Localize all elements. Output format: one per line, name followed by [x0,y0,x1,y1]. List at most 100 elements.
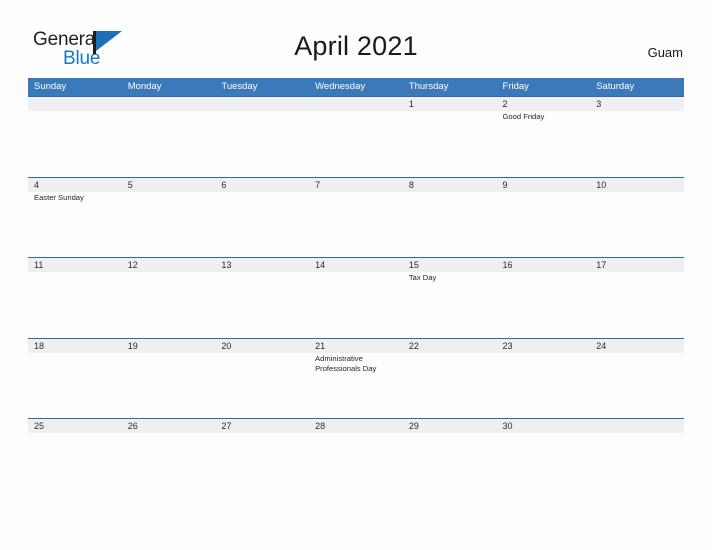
day-cell-empty [28,97,122,176]
day-cell-empty [590,419,684,498]
day-events [315,192,397,193]
day-events [34,272,116,273]
day-events [503,433,585,434]
day-number: 17 [596,260,607,270]
event-label: Easter Sunday [34,192,84,202]
day-cell-15[interactable]: 15 Tax Day [403,258,497,337]
calendar-page: General Blue April 2021 Guam Sunday Monda… [0,0,712,550]
day-cell-3[interactable]: 3 [590,97,684,176]
weekday-header-saturday: Saturday [596,81,635,92]
day-number: 24 [596,340,607,351]
day-cell-13[interactable]: 13 [215,258,309,337]
page-title: April 2021 [294,31,418,61]
day-number [596,419,678,433]
weekday-header-monday: Monday [127,81,162,92]
day-cell-23[interactable]: 23 [497,339,591,418]
day-number: 25 [34,421,45,431]
day-cell-7[interactable]: 7 [309,178,403,257]
day-events [596,353,678,354]
day-number: 18 [34,340,45,351]
calendar-week-row: 4 Easter Sunday 5 6 7 8 9 10 [28,176,684,258]
week-cells: 11 12 13 14 15 Tax Day 16 17 [28,258,684,337]
day-number [221,97,303,111]
day-number: 12 [127,260,138,270]
day-number: 10 [596,179,607,190]
day-events [503,192,585,193]
day-events [503,353,585,354]
calendar-week-row: 11 12 13 14 15 Tax Day 16 17 [28,257,684,338]
day-events [221,433,303,434]
day-number: 23 [502,340,513,351]
day-cell-28[interactable]: 28 [309,419,403,498]
day-events [34,353,116,354]
day-cell-empty [122,97,216,176]
week-cells: 25 26 27 28 29 30 [28,419,684,498]
day-cell-4[interactable]: 4 Easter Sunday [28,178,122,257]
day-cell-17[interactable]: 17 [590,258,684,337]
weekday-header-thursday: Thursday [408,81,449,92]
weekday-header-row: Sunday Monday Tuesday Wednesday Thursday Frid… [28,78,684,96]
day-number: 26 [127,421,138,431]
day-cell-16[interactable]: 16 [497,258,591,337]
day-events: Good Friday [503,111,585,122]
day-number [128,97,210,111]
day-events [221,272,303,273]
day-cell-21[interactable]: 21 Administrative Professionals Day [309,339,403,418]
day-cell-9[interactable]: 9 [497,178,591,257]
day-events [34,111,116,112]
week-cells: 1 2 Good Friday 3 [28,97,684,176]
day-cell-10[interactable]: 10 [590,178,684,257]
day-cell-24[interactable]: 24 [590,339,684,418]
day-cell-11[interactable]: 11 [28,258,122,337]
day-events [128,353,210,354]
day-events [128,192,210,193]
day-events [128,433,210,434]
day-number: 19 [127,340,138,351]
day-events [409,111,491,112]
day-number: 15 [408,260,419,270]
day-cell-12[interactable]: 12 [122,258,216,337]
weekday-header-wednesday: Wednesday [315,81,366,92]
week-cells: 4 Easter Sunday 5 6 7 8 9 10 [28,178,684,257]
weekday-header-tuesday: Tuesday [221,81,258,92]
calendar-week-row: 25 26 27 28 29 30 [28,418,684,499]
day-number: 29 [408,421,419,431]
weekday-header-friday: Friday [502,81,529,92]
calendar-week-row: 18 19 20 21 Administrative Professionals Day… [28,337,684,419]
day-cell-22[interactable]: 22 [403,339,497,418]
day-number: 2 [502,99,508,109]
day-number: 9 [502,179,508,190]
day-cell-8[interactable]: 8 [403,178,497,257]
day-cell-26[interactable]: 26 [122,419,216,498]
day-cell-5[interactable]: 5 [122,178,216,257]
day-events [315,111,397,112]
day-number: 21 [315,340,326,351]
day-cell-25[interactable]: 25 [28,419,122,498]
day-number: 3 [596,99,602,109]
day-events [128,272,210,273]
day-number: 28 [315,421,326,431]
day-cell-6[interactable]: 6 [215,178,309,257]
day-cell-1[interactable]: 1 [403,97,497,176]
day-events [128,111,210,112]
day-cell-2[interactable]: 2 Good Friday [497,97,591,176]
day-events [596,433,678,434]
day-number: 16 [502,260,513,270]
day-cell-14[interactable]: 14 [309,258,403,337]
day-number: 1 [408,99,414,109]
day-number [315,97,397,111]
event-label: Administrative Professionals Day [315,353,377,373]
day-cell-20[interactable]: 20 [215,339,309,418]
day-cell-29[interactable]: 29 [403,419,497,498]
day-cell-18[interactable]: 18 [28,339,122,418]
day-number: 20 [221,340,232,351]
day-number: 4 [34,179,40,190]
day-cell-19[interactable]: 19 [122,339,216,418]
day-events [409,192,491,193]
day-cell-30[interactable]: 30 [497,419,591,498]
calendar-week-row: 1 2 Good Friday 3 [28,96,684,177]
day-events [315,272,397,273]
event-label: Good Friday [502,112,545,121]
day-cell-empty [215,97,309,176]
day-cell-27[interactable]: 27 [215,419,309,498]
